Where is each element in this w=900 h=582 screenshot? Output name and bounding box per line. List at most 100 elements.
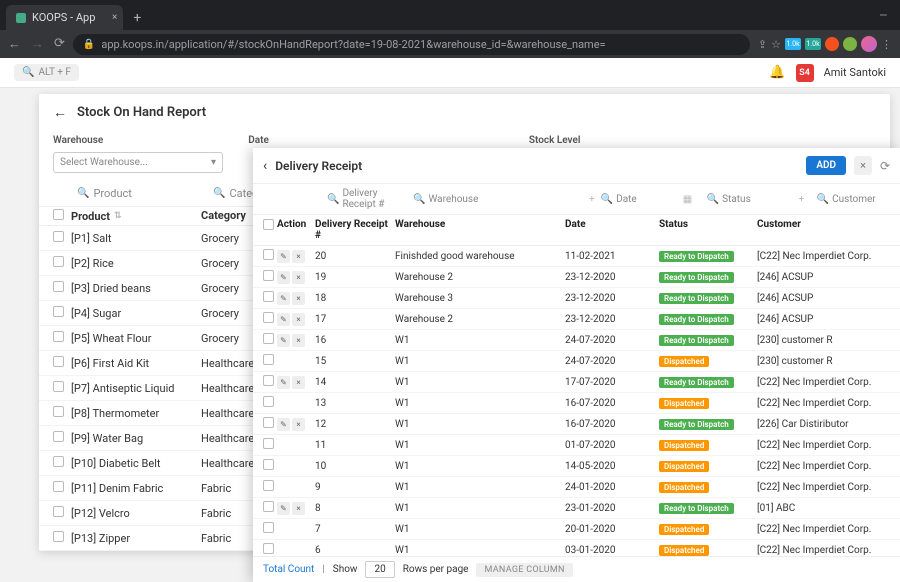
notifications-icon[interactable]: 🔔 bbox=[769, 65, 785, 80]
extension-icon[interactable] bbox=[843, 37, 857, 51]
col-customer[interactable]: Customer bbox=[757, 219, 890, 241]
row-checkbox[interactable] bbox=[53, 406, 64, 417]
edit-icon[interactable]: ✎ bbox=[277, 292, 290, 305]
delivery-table-row[interactable]: 10W114-05-2020Dispatched[C22] Nec Imperd… bbox=[253, 456, 900, 477]
edit-icon[interactable]: ✎ bbox=[277, 418, 290, 431]
delivery-table-row[interactable]: ✎×8W123-01-2020Ready to Dispatch[01] ABC bbox=[253, 498, 900, 519]
edit-icon[interactable]: ✎ bbox=[277, 250, 290, 263]
add-button[interactable]: ADD bbox=[806, 156, 846, 175]
share-icon[interactable]: ⇪ bbox=[758, 38, 767, 51]
row-checkbox[interactable] bbox=[53, 306, 64, 317]
row-checkbox[interactable] bbox=[53, 256, 64, 267]
delivery-table-row[interactable]: 11W101-07-2020Dispatched[C22] Nec Imperd… bbox=[253, 435, 900, 456]
wh-filter[interactable]: Warehouse bbox=[428, 194, 478, 205]
window-minimize-icon[interactable]: – bbox=[879, 8, 888, 24]
rows-per-page-select[interactable]: 20 bbox=[365, 561, 394, 578]
row-checkbox[interactable] bbox=[53, 506, 64, 517]
cust-filter[interactable]: Customer bbox=[832, 194, 876, 205]
delivery-table-row[interactable]: 15W124-07-2020Dispatched[230] customer R bbox=[253, 351, 900, 372]
user-name-label[interactable]: Amit Santoki bbox=[824, 66, 886, 79]
delete-icon[interactable]: × bbox=[292, 334, 305, 347]
row-checkbox[interactable] bbox=[263, 291, 274, 302]
edit-icon[interactable]: ✎ bbox=[277, 313, 290, 326]
total-count-link[interactable]: Total Count bbox=[263, 564, 314, 575]
star-icon[interactable]: ☆ bbox=[771, 38, 781, 51]
nav-reload-icon[interactable]: ⟳ bbox=[54, 36, 65, 52]
delete-icon[interactable]: × bbox=[292, 418, 305, 431]
add-filter-icon[interactable]: + bbox=[589, 194, 595, 205]
delivery-table-row[interactable]: 13W116-07-2020Dispatched[C22] Nec Imperd… bbox=[253, 393, 900, 414]
add-filter-icon[interactable]: + bbox=[799, 194, 811, 205]
delete-icon[interactable]: × bbox=[292, 313, 305, 326]
nav-back-icon[interactable]: ← bbox=[8, 36, 21, 52]
panel-close-button[interactable]: × bbox=[854, 156, 872, 175]
col-warehouse[interactable]: Warehouse bbox=[395, 219, 565, 241]
edit-icon[interactable]: ✎ bbox=[277, 502, 290, 515]
close-tab-icon[interactable]: × bbox=[112, 12, 117, 23]
edit-icon[interactable]: ✎ bbox=[277, 376, 290, 389]
edit-icon[interactable]: ✎ bbox=[277, 334, 290, 347]
row-checkbox[interactable] bbox=[263, 270, 274, 281]
browser-menu-icon[interactable]: ⋮ bbox=[881, 38, 892, 51]
delivery-table-row[interactable]: ✎×18Warehouse 323-12-2020Ready to Dispat… bbox=[253, 288, 900, 309]
row-checkbox[interactable] bbox=[263, 459, 274, 470]
delivery-table-row[interactable]: ✎×20Finishded good warehouse11-02-2021Re… bbox=[253, 246, 900, 267]
row-checkbox[interactable] bbox=[53, 381, 64, 392]
row-checkbox[interactable] bbox=[263, 333, 274, 344]
col-product[interactable]: Product bbox=[71, 210, 110, 223]
sort-icon[interactable]: ⇅ bbox=[114, 211, 122, 221]
delivery-table-row[interactable]: ✎×12W116-07-2020Ready to Dispatch[226] C… bbox=[253, 414, 900, 435]
row-checkbox[interactable] bbox=[263, 375, 274, 386]
extension-icon[interactable] bbox=[825, 37, 839, 51]
select-all-checkbox[interactable] bbox=[53, 209, 64, 220]
row-checkbox[interactable] bbox=[263, 417, 274, 428]
delete-icon[interactable]: × bbox=[292, 271, 305, 284]
col-status[interactable]: Status bbox=[659, 219, 745, 241]
panel-refresh-icon[interactable]: ⟳ bbox=[880, 159, 890, 173]
row-checkbox[interactable] bbox=[263, 354, 274, 365]
delivery-table-row[interactable]: ✎×17Warehouse 223-12-2020Ready to Dispat… bbox=[253, 309, 900, 330]
product-filter[interactable]: Product bbox=[93, 187, 131, 200]
edit-icon[interactable]: ✎ bbox=[277, 271, 290, 284]
delivery-table-row[interactable]: ✎×16W124-07-2020Ready to Dispatch[230] c… bbox=[253, 330, 900, 351]
warehouse-select[interactable]: Select Warehouse... ▾ bbox=[53, 152, 223, 173]
browser-tab[interactable]: KOOPS - App × bbox=[6, 5, 123, 30]
select-all-checkbox[interactable] bbox=[263, 219, 274, 230]
date-filter[interactable]: Date bbox=[616, 194, 637, 205]
row-checkbox[interactable] bbox=[263, 501, 274, 512]
row-checkbox[interactable] bbox=[53, 481, 64, 492]
delivery-table-row[interactable]: 9W124-01-2020Dispatched[C22] Nec Imperdi… bbox=[253, 477, 900, 498]
row-checkbox[interactable] bbox=[263, 522, 274, 533]
manage-column-button[interactable]: MANAGE COLUMN bbox=[476, 563, 572, 577]
row-checkbox[interactable] bbox=[53, 331, 64, 342]
delivery-table-row[interactable]: 7W120-01-2020Dispatched[C22] Nec Imperdi… bbox=[253, 519, 900, 540]
col-date[interactable]: Date bbox=[565, 219, 641, 241]
user-avatar-badge[interactable]: S4 bbox=[796, 64, 814, 82]
global-search[interactable]: 🔍 ALT + F bbox=[14, 64, 79, 81]
new-tab-button[interactable]: + bbox=[133, 10, 141, 26]
row-checkbox[interactable] bbox=[263, 543, 274, 554]
panel-back-icon[interactable]: ‹ bbox=[263, 158, 267, 174]
row-checkbox[interactable] bbox=[53, 356, 64, 367]
col-dr[interactable]: Delivery Receipt # bbox=[315, 219, 395, 241]
extension-icon[interactable]: 1.0k bbox=[805, 38, 821, 50]
delete-icon[interactable]: × bbox=[292, 292, 305, 305]
row-checkbox[interactable] bbox=[53, 456, 64, 467]
delivery-table-row[interactable]: 6W103-01-2020Dispatched[C22] Nec Imperdi… bbox=[253, 540, 900, 556]
delete-icon[interactable]: × bbox=[292, 376, 305, 389]
extension-icon[interactable]: 1.0k bbox=[785, 38, 801, 50]
delivery-table-row[interactable]: ✎×14W117-07-2020Ready to Dispatch[C22] N… bbox=[253, 372, 900, 393]
row-checkbox[interactable] bbox=[263, 312, 274, 323]
row-checkbox[interactable] bbox=[263, 438, 274, 449]
row-checkbox[interactable] bbox=[53, 281, 64, 292]
row-checkbox[interactable] bbox=[53, 231, 64, 242]
row-checkbox[interactable] bbox=[53, 531, 64, 542]
row-checkbox[interactable] bbox=[263, 480, 274, 491]
status-filter[interactable]: Status bbox=[722, 194, 751, 205]
dr-filter[interactable]: Delivery Receipt # bbox=[342, 188, 407, 210]
address-bar[interactable]: 🔒 app.koops.in/application/#/stockOnHand… bbox=[73, 34, 750, 55]
profile-avatar-icon[interactable] bbox=[861, 36, 877, 52]
row-checkbox[interactable] bbox=[263, 249, 274, 260]
delivery-table-row[interactable]: ✎×19Warehouse 223-12-2020Ready to Dispat… bbox=[253, 267, 900, 288]
delete-icon[interactable]: × bbox=[292, 250, 305, 263]
